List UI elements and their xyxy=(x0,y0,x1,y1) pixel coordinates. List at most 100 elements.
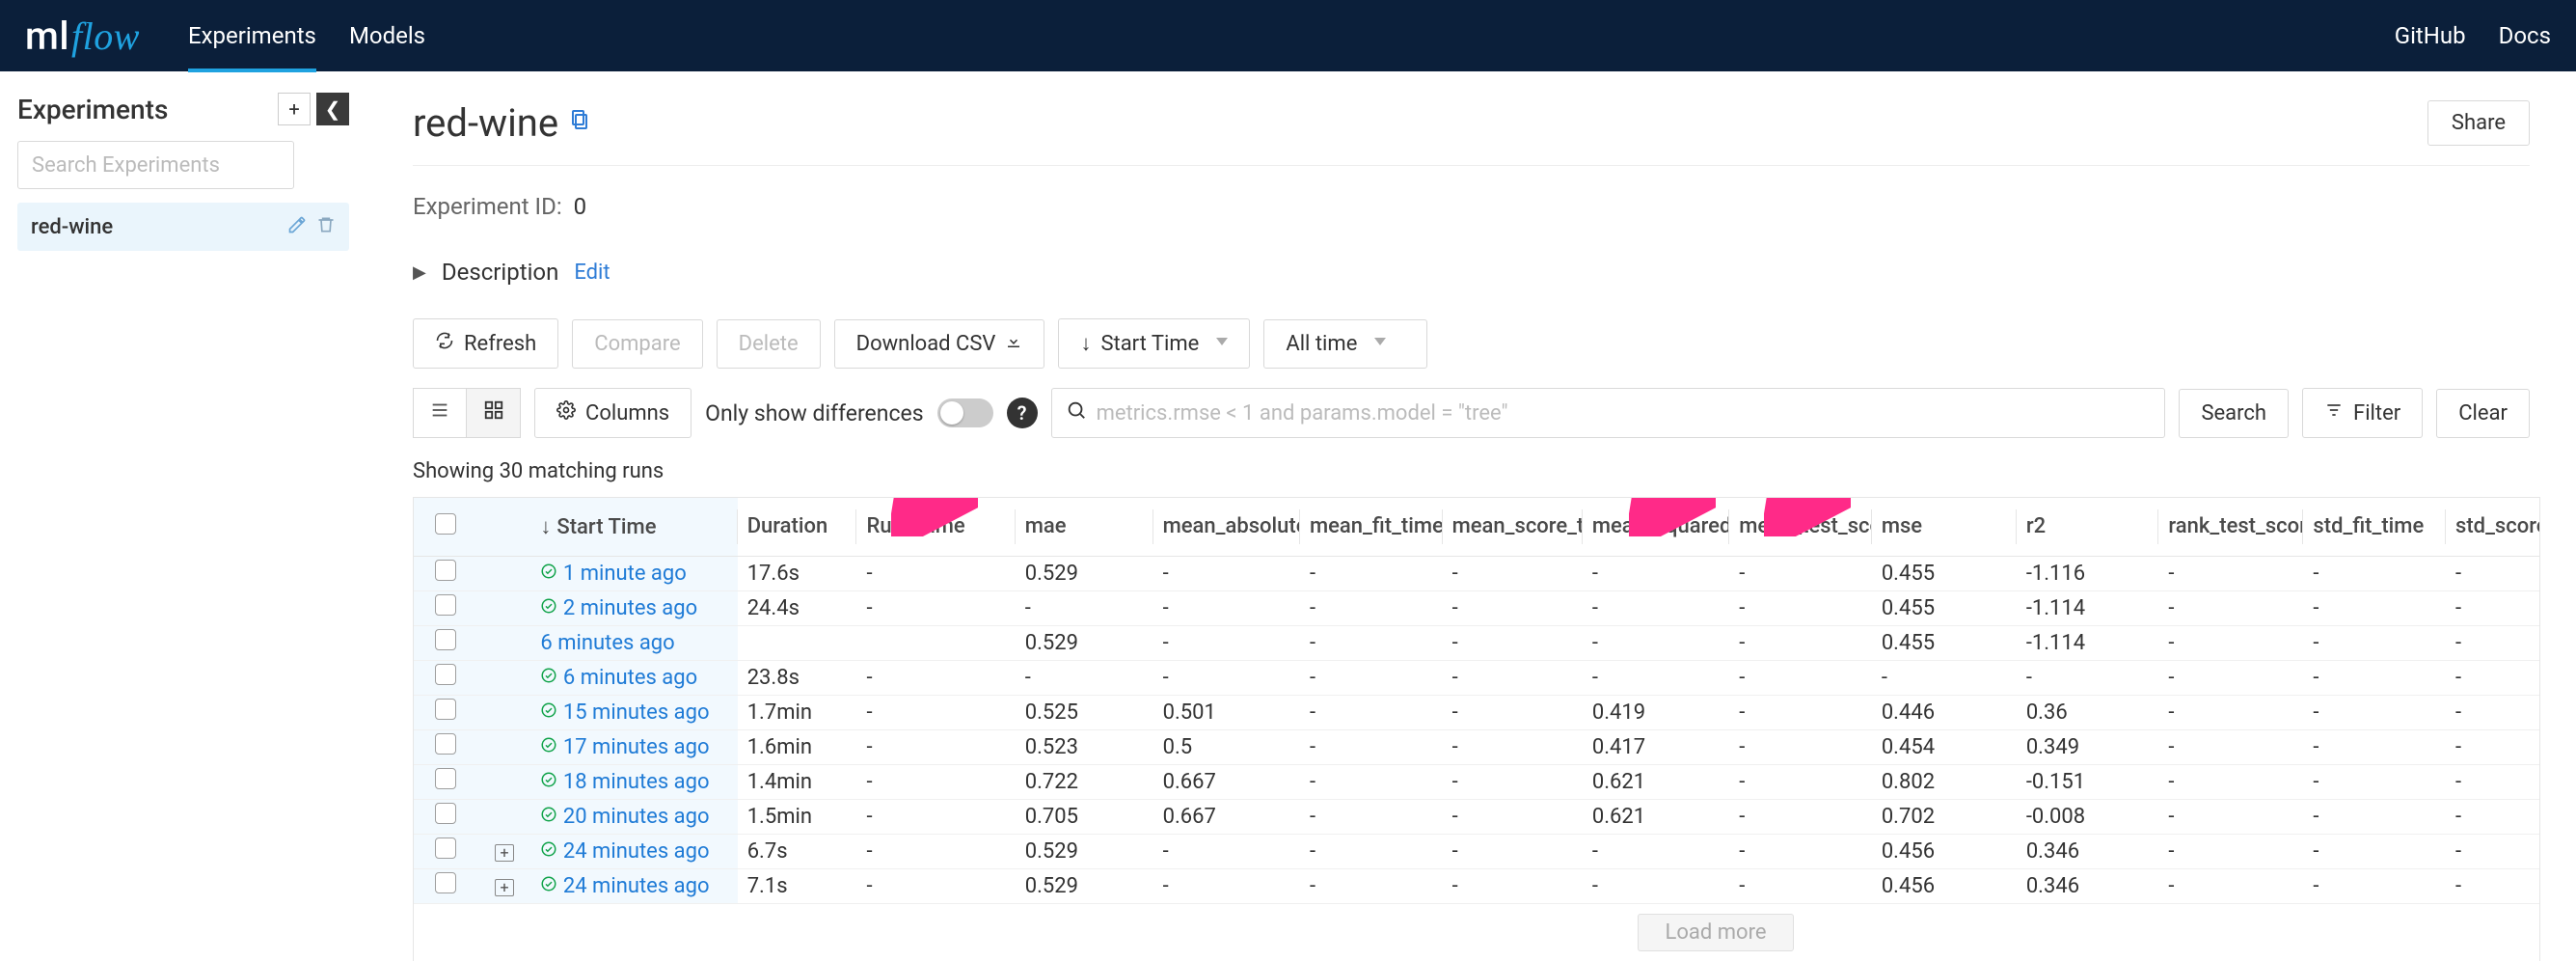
collapse-sidebar-button[interactable]: ❮ xyxy=(316,93,349,125)
download-csv-button[interactable]: Download CSV xyxy=(834,319,1045,369)
copy-experiment-icon[interactable] xyxy=(568,108,591,138)
table-row[interactable]: 17 minutes ago1.6min-0.5230.5--0.417-0.4… xyxy=(414,729,2540,764)
col-std-score-tim[interactable]: std_score_tim xyxy=(2446,498,2540,556)
sidebar-item-red-wine[interactable]: red-wine xyxy=(17,203,349,251)
search-experiments-input[interactable]: Search Experiments xyxy=(17,141,294,189)
expand-plus-icon[interactable]: + xyxy=(495,879,513,896)
col-std-fit-time[interactable]: std_fit_time xyxy=(2303,498,2446,556)
cell-start-time[interactable]: 2 minutes ago xyxy=(530,590,737,625)
edit-description-link[interactable]: Edit xyxy=(574,261,610,285)
clear-button[interactable]: Clear xyxy=(2436,389,2530,438)
table-row[interactable]: 2 minutes ago24.4s-------0.455-1.114----… xyxy=(414,590,2540,625)
row-checkbox[interactable] xyxy=(414,695,478,729)
add-experiment-button[interactable]: + xyxy=(278,93,311,125)
col-duration[interactable]: Duration xyxy=(738,498,857,556)
col-mean-squared[interactable]: mean_squared xyxy=(1583,498,1729,556)
sort-dropdown[interactable]: ↓ Start Time xyxy=(1058,318,1250,369)
run-time-link[interactable]: 24 minutes ago xyxy=(563,874,710,898)
nav-links: Experiments Models xyxy=(188,1,425,70)
description-row[interactable]: ▶ Description Edit xyxy=(413,259,2530,286)
nav-experiments[interactable]: Experiments xyxy=(188,1,316,70)
table-row[interactable]: 20 minutes ago1.5min-0.7050.667--0.621-0… xyxy=(414,799,2540,834)
row-expand[interactable]: + xyxy=(478,868,531,903)
row-checkbox[interactable] xyxy=(414,868,478,903)
table-row[interactable]: 1 minute ago17.6s-0.529-----0.455-1.116-… xyxy=(414,556,2540,590)
col-mean-score-ti[interactable]: mean_score_ti xyxy=(1443,498,1583,556)
nav-docs[interactable]: Docs xyxy=(2499,22,2551,49)
help-icon[interactable]: ? xyxy=(1007,398,1038,428)
cell-start-time[interactable]: 18 minutes ago xyxy=(530,764,737,799)
expand-plus-icon[interactable]: + xyxy=(495,844,513,862)
cell-start-time[interactable]: 15 minutes ago xyxy=(530,695,737,729)
refresh-button[interactable]: Refresh xyxy=(413,318,558,369)
col-start-time[interactable]: ↓Start Time xyxy=(530,498,737,556)
list-view-button[interactable] xyxy=(413,388,467,438)
run-time-link[interactable]: 1 minute ago xyxy=(563,562,687,586)
cell-start-time[interactable]: 24 minutes ago xyxy=(530,868,737,903)
col-r2[interactable]: r2 xyxy=(2017,498,2159,556)
col-mean-absolute[interactable]: mean_absolute xyxy=(1153,498,1300,556)
run-time-link[interactable]: 15 minutes ago xyxy=(563,700,710,725)
only-diff-toggle[interactable] xyxy=(937,398,993,427)
row-checkbox[interactable] xyxy=(414,729,478,764)
row-checkbox[interactable] xyxy=(414,834,478,868)
table-row[interactable]: 6 minutes ago0.529-----0.455-1.114------ xyxy=(414,625,2540,660)
row-checkbox[interactable] xyxy=(414,625,478,660)
col-select-all[interactable] xyxy=(414,498,478,556)
timerange-dropdown[interactable]: All time xyxy=(1263,319,1427,369)
row-checkbox[interactable] xyxy=(414,556,478,590)
col-mae[interactable]: mae xyxy=(1016,498,1153,556)
row-expand[interactable] xyxy=(478,799,531,834)
col-mean-fit-time[interactable]: mean_fit_time xyxy=(1300,498,1443,556)
delete-button[interactable]: Delete xyxy=(717,319,821,369)
run-time-link[interactable]: 24 minutes ago xyxy=(563,839,710,864)
row-expand[interactable] xyxy=(478,764,531,799)
table-row[interactable]: + 24 minutes ago6.7s-0.529-----0.4560.34… xyxy=(414,834,2540,868)
row-expand[interactable] xyxy=(478,625,531,660)
row-expand[interactable] xyxy=(478,729,531,764)
table-row[interactable]: + 24 minutes ago7.1s-0.529-----0.4560.34… xyxy=(414,868,2540,903)
row-expand[interactable] xyxy=(478,695,531,729)
col-mean-test-sco[interactable]: mean_test_sco xyxy=(1729,498,1872,556)
toolbar-row-2: Columns Only show differences ? metrics.… xyxy=(413,388,2530,438)
row-expand[interactable] xyxy=(478,660,531,695)
runs-search-input[interactable]: metrics.rmse < 1 and params.model = "tre… xyxy=(1051,388,2166,438)
row-expand[interactable] xyxy=(478,556,531,590)
cell-start-time[interactable]: 6 minutes ago xyxy=(530,625,737,660)
load-more-button[interactable]: Load more xyxy=(1638,914,1795,951)
col-run-name[interactable]: Run Name xyxy=(856,498,1015,556)
run-time-link[interactable]: 20 minutes ago xyxy=(563,805,710,829)
cell-start-time[interactable]: 1 minute ago xyxy=(530,556,737,590)
edit-experiment-icon[interactable] xyxy=(287,215,307,239)
filter-button[interactable]: Filter xyxy=(2302,388,2423,438)
table-row[interactable]: 6 minutes ago23.8s--------------- xyxy=(414,660,2540,695)
share-button[interactable]: Share xyxy=(2427,100,2530,146)
col-mse[interactable]: mse xyxy=(1872,498,2017,556)
run-time-link[interactable]: 6 minutes ago xyxy=(540,631,674,655)
columns-button[interactable]: Columns xyxy=(534,388,691,438)
grid-view-button[interactable] xyxy=(467,388,521,438)
delete-experiment-icon[interactable] xyxy=(316,215,336,239)
row-checkbox[interactable] xyxy=(414,764,478,799)
cell-start-time[interactable]: 17 minutes ago xyxy=(530,729,737,764)
row-expand[interactable] xyxy=(478,590,531,625)
table-row[interactable]: 18 minutes ago1.4min-0.7220.667--0.621-0… xyxy=(414,764,2540,799)
run-time-link[interactable]: 2 minutes ago xyxy=(563,596,697,620)
run-time-link[interactable]: 17 minutes ago xyxy=(563,735,710,759)
cell-start-time[interactable]: 24 minutes ago xyxy=(530,834,737,868)
run-time-link[interactable]: 6 minutes ago xyxy=(563,666,697,690)
row-checkbox[interactable] xyxy=(414,660,478,695)
cell-start-time[interactable]: 20 minutes ago xyxy=(530,799,737,834)
nav-github[interactable]: GitHub xyxy=(2395,22,2466,49)
logo[interactable]: mlflow xyxy=(25,14,140,59)
run-time-link[interactable]: 18 minutes ago xyxy=(563,770,710,794)
nav-models[interactable]: Models xyxy=(349,1,425,70)
compare-button[interactable]: Compare xyxy=(572,319,702,369)
col-rank-test-scor[interactable]: rank_test_scor xyxy=(2158,498,2303,556)
row-checkbox[interactable] xyxy=(414,799,478,834)
row-expand[interactable]: + xyxy=(478,834,531,868)
search-button[interactable]: Search xyxy=(2179,389,2289,438)
row-checkbox[interactable] xyxy=(414,590,478,625)
cell-start-time[interactable]: 6 minutes ago xyxy=(530,660,737,695)
table-row[interactable]: 15 minutes ago1.7min-0.5250.501--0.419-0… xyxy=(414,695,2540,729)
